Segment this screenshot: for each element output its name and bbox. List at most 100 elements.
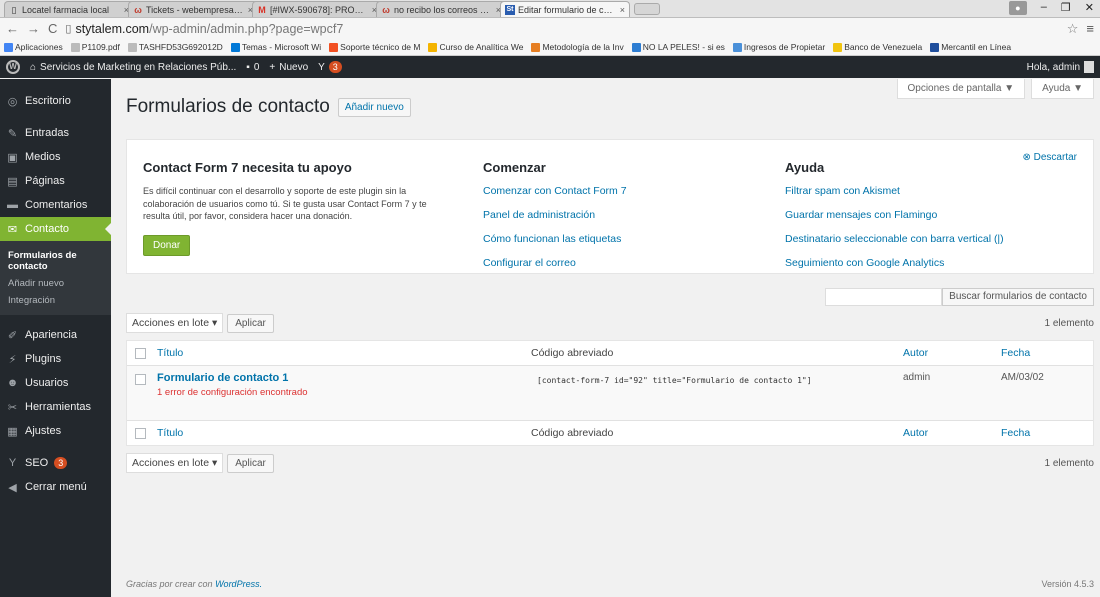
bookmark-item[interactable]: Soporte técnico de M [329, 42, 420, 52]
sidebar-item-escritorio[interactable]: ◎ Escritorio [0, 89, 111, 113]
pin-icon: ✎ [7, 127, 18, 140]
menu-icon[interactable]: ≡ [1086, 21, 1094, 36]
browser-tab-active[interactable]: St Editar formulario de conta × [500, 1, 630, 17]
bookmark-item[interactable]: Curso de Analítica We [428, 42, 523, 52]
tab-label: [#IWX-590678]: PROBLEM [270, 4, 369, 15]
apply-button[interactable]: Aplicar [227, 313, 274, 333]
bookmark-item[interactable]: NO LA PELES! - si es [631, 42, 725, 52]
search-input[interactable] [825, 288, 942, 306]
submenu-item-anadir-nuevo[interactable]: Añadir nuevo [0, 275, 111, 292]
bookmark-apps[interactable]: Aplicaciones [4, 42, 63, 52]
account-link[interactable]: Hola, admin [1027, 61, 1094, 73]
link-setup-mail[interactable]: Configurar el correo [483, 257, 627, 269]
shortcode-text[interactable]: [contact-form-7 id="92" title="Formulari… [537, 376, 812, 385]
close-tab-icon[interactable]: × [620, 5, 625, 15]
dismiss-link[interactable]: ⊗ Descartar [1022, 152, 1077, 163]
tab-label: Locatel farmacia local [22, 4, 110, 15]
sidebar-item-paginas[interactable]: ▤ Páginas [0, 169, 111, 193]
submenu-item-integracion[interactable]: Integración [0, 292, 111, 309]
new-tab-button[interactable] [634, 3, 660, 15]
w-icon: ω [382, 4, 390, 15]
bookmark-item[interactable]: Ingresos de Propietar [732, 42, 826, 52]
sidebar-item-usuarios[interactable]: ☻ Usuarios [0, 371, 111, 395]
sidebar-item-apariencia[interactable]: ✐ Apariencia [0, 323, 111, 347]
bookmark-item[interactable]: Banco de Venezuela [833, 42, 922, 52]
sidebar-item-comentarios[interactable]: ▬ Comentarios [0, 193, 111, 217]
collapse-menu-button[interactable]: ◀ Cerrar menú [0, 475, 111, 499]
maximize-icon[interactable]: ❐ [1061, 1, 1071, 15]
blogger-icon [531, 42, 541, 52]
sidebar-item-label: Contacto [25, 223, 70, 235]
browser-tab[interactable]: M [#IWX-590678]: PROBLEM × [252, 1, 382, 17]
link-pipe-recipient[interactable]: Destinatario seleccionable con barra ver… [785, 233, 1004, 245]
bulk-action-select-bottom[interactable]: Acciones en lote ▾ [126, 453, 224, 473]
browser-tab[interactable]: ω no recibo los correos a tra × [376, 1, 506, 17]
plus-icon: + [269, 61, 276, 73]
wordpress-link[interactable]: WordPress. [215, 579, 262, 589]
submenu-item-formularios[interactable]: Formularios de contacto [0, 247, 111, 275]
add-new-button[interactable]: Añadir nuevo [337, 97, 411, 117]
sidebar-item-label: Escritorio [25, 95, 71, 107]
donate-button[interactable]: Donar [143, 234, 191, 256]
link-how-tags-work[interactable]: Cómo funcionan las etiquetas [483, 233, 627, 245]
apply-button-bottom[interactable]: Aplicar [227, 453, 274, 473]
bulk-action-select[interactable]: Acciones en lote ▾ [126, 313, 224, 333]
bookmark-label: Mercantil en Línea [941, 42, 1012, 52]
minimize-icon[interactable]: – [1041, 1, 1047, 15]
pages-icon: ▤ [7, 175, 18, 188]
search-button[interactable]: Buscar formularios de contacto [942, 288, 1094, 306]
url-field[interactable]: ▯ stytalem.com/wp-admin/admin.php?page=w… [65, 20, 1058, 37]
settings-icon: ▦ [7, 425, 18, 438]
column-title[interactable]: Título [157, 347, 183, 359]
url-path: /wp-admin/admin.php?page=wpcf7 [149, 21, 344, 36]
select-all-checkbox-bottom[interactable] [135, 428, 146, 439]
sidebar-item-seo[interactable]: Y SEO 3 [0, 451, 111, 475]
sidebar-item-herramientas[interactable]: ✂ Herramientas [0, 395, 111, 419]
column-author-bottom[interactable]: Autor [903, 427, 928, 439]
forward-icon[interactable]: → [27, 21, 40, 36]
bookmark-item[interactable]: Mercantil en Línea [930, 42, 1011, 52]
link-flamingo[interactable]: Guardar mensajes con Flamingo [785, 209, 1004, 221]
wordpress-logo-icon[interactable]: W [6, 60, 20, 74]
bookmark-label: Aplicaciones [15, 42, 63, 52]
help-button[interactable]: Ayuda ▼ [1031, 79, 1094, 99]
bookmark-star-icon[interactable]: ☆ [1067, 21, 1079, 37]
sidebar-item-entradas[interactable]: ✎ Entradas [0, 121, 111, 145]
column-title-bottom[interactable]: Título [157, 427, 183, 439]
sidebar-item-plugins[interactable]: ⚡ Plugins [0, 347, 111, 371]
address-bar: ← → C ▯ stytalem.com/wp-admin/admin.php?… [0, 18, 1100, 39]
screen-options-button[interactable]: Opciones de pantalla ▼ [896, 79, 1026, 99]
row-checkbox[interactable] [135, 374, 146, 385]
column-author[interactable]: Autor [903, 347, 928, 359]
sidebar-item-ajustes[interactable]: ▦ Ajustes [0, 419, 111, 443]
sidebar-item-contacto[interactable]: ✉ Contacto [0, 217, 111, 241]
column-date-bottom[interactable]: Fecha [1001, 427, 1030, 439]
yoast-seo-link[interactable]: Y3 [318, 61, 342, 73]
plugin-icon: ⚡ [8, 353, 17, 366]
users-icon: ☻ [6, 377, 19, 389]
user-icon[interactable]: ● [1008, 1, 1027, 15]
link-google-analytics[interactable]: Seguimiento con Google Analytics [785, 257, 1004, 269]
bookmark-item[interactable]: Temas - Microsoft Wi [230, 42, 321, 52]
bookmark-label: Ingresos de Propietar [743, 42, 826, 52]
form-title-link[interactable]: Formulario de contacto 1 [157, 372, 308, 384]
column-date[interactable]: Fecha [1001, 347, 1030, 359]
bookmark-item[interactable]: P1109.pdf [70, 42, 120, 52]
sidebar-item-medios[interactable]: ▣ Medios [0, 145, 111, 169]
link-akismet[interactable]: Filtrar spam con Akismet [785, 185, 1004, 197]
bookmark-item[interactable]: TASHFD53G692012D [127, 42, 223, 52]
new-content-link[interactable]: + Nuevo [269, 62, 308, 73]
wp-admin-bar: W ⌂ Servicios de Marketing en Relaciones … [0, 56, 1100, 78]
link-admin-panel[interactable]: Panel de administración [483, 209, 627, 221]
select-all-checkbox[interactable] [135, 348, 146, 359]
comments-link[interactable]: ▪ 0 [246, 62, 259, 73]
browser-tab[interactable]: ω Tickets - webempresa.com × [128, 1, 258, 17]
site-name-link[interactable]: ⌂ Servicios de Marketing en Relaciones Pú… [30, 62, 236, 73]
close-icon[interactable]: ✕ [1085, 1, 1094, 15]
reload-icon[interactable]: C [48, 21, 57, 36]
back-icon[interactable]: ← [6, 21, 19, 36]
bookmark-item[interactable]: Metodología de la Inv [531, 42, 624, 52]
link-getting-started[interactable]: Comenzar con Contact Form 7 [483, 185, 627, 197]
collapse-menu-label: Cerrar menú [25, 481, 87, 493]
browser-tab[interactable]: ▯ Locatel farmacia local × [4, 1, 134, 17]
